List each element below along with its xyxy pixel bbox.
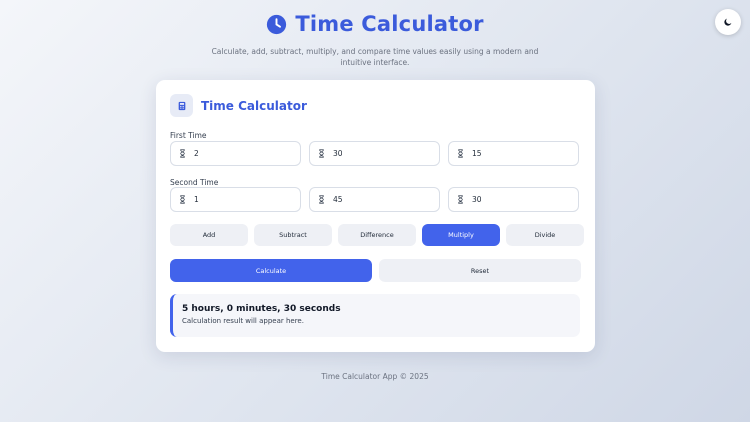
footer-text: Time Calculator App © 2025 bbox=[321, 372, 429, 381]
second-time-label: Second Time bbox=[170, 178, 219, 187]
first-minutes-field bbox=[309, 141, 440, 166]
page-subtitle: Calculate, add, subtract, multiply, and … bbox=[211, 47, 539, 67]
hourglass-icon bbox=[319, 195, 324, 204]
calculator-card: Time Calculator First Time Second Time bbox=[156, 80, 595, 352]
difference-button[interactable]: Difference bbox=[338, 224, 416, 246]
clock-icon bbox=[267, 14, 287, 34]
card-header: Time Calculator bbox=[170, 94, 307, 117]
multiply-button[interactable]: Multiply bbox=[422, 224, 500, 246]
calculate-button[interactable]: Calculate bbox=[170, 259, 372, 282]
first-seconds-field bbox=[448, 141, 579, 166]
second-hours-input[interactable] bbox=[194, 195, 294, 204]
second-time-inputs bbox=[170, 187, 579, 212]
theme-toggle-button[interactable] bbox=[715, 9, 741, 35]
first-hours-field bbox=[170, 141, 301, 166]
second-hours-field bbox=[170, 187, 301, 212]
second-seconds-input[interactable] bbox=[472, 195, 572, 204]
first-hours-input[interactable] bbox=[194, 149, 294, 158]
result-panel: 5 hours, 0 minutes, 30 seconds Calculati… bbox=[170, 294, 580, 337]
second-seconds-field bbox=[448, 187, 579, 212]
first-time-inputs bbox=[170, 141, 579, 166]
operation-buttons: Add Subtract Difference Multiply Divide bbox=[170, 224, 584, 246]
page-header: Time Calculator Calculate, add, subtract… bbox=[0, 10, 750, 68]
add-button[interactable]: Add bbox=[170, 224, 248, 246]
first-seconds-input[interactable] bbox=[472, 149, 572, 158]
hourglass-icon bbox=[180, 149, 185, 158]
hourglass-icon bbox=[319, 149, 324, 158]
subtract-button[interactable]: Subtract bbox=[254, 224, 332, 246]
card-title: Time Calculator bbox=[201, 98, 307, 113]
page-title: Time Calculator bbox=[295, 12, 484, 36]
reset-button[interactable]: Reset bbox=[379, 259, 581, 282]
second-minutes-input[interactable] bbox=[333, 195, 433, 204]
first-time-label: First Time bbox=[170, 131, 207, 140]
result-note: Calculation result will appear here. bbox=[182, 317, 304, 325]
action-buttons: Calculate Reset bbox=[170, 259, 581, 282]
moon-icon bbox=[724, 18, 732, 26]
title-row: Time Calculator bbox=[0, 10, 750, 38]
calculator-icon bbox=[178, 101, 185, 110]
divide-button[interactable]: Divide bbox=[506, 224, 584, 246]
first-minutes-input[interactable] bbox=[333, 149, 433, 158]
hourglass-icon bbox=[458, 195, 463, 204]
hourglass-icon bbox=[458, 149, 463, 158]
card-icon-box bbox=[170, 94, 193, 117]
second-minutes-field bbox=[309, 187, 440, 212]
hourglass-icon bbox=[180, 195, 185, 204]
result-value: 5 hours, 0 minutes, 30 seconds bbox=[182, 304, 341, 314]
